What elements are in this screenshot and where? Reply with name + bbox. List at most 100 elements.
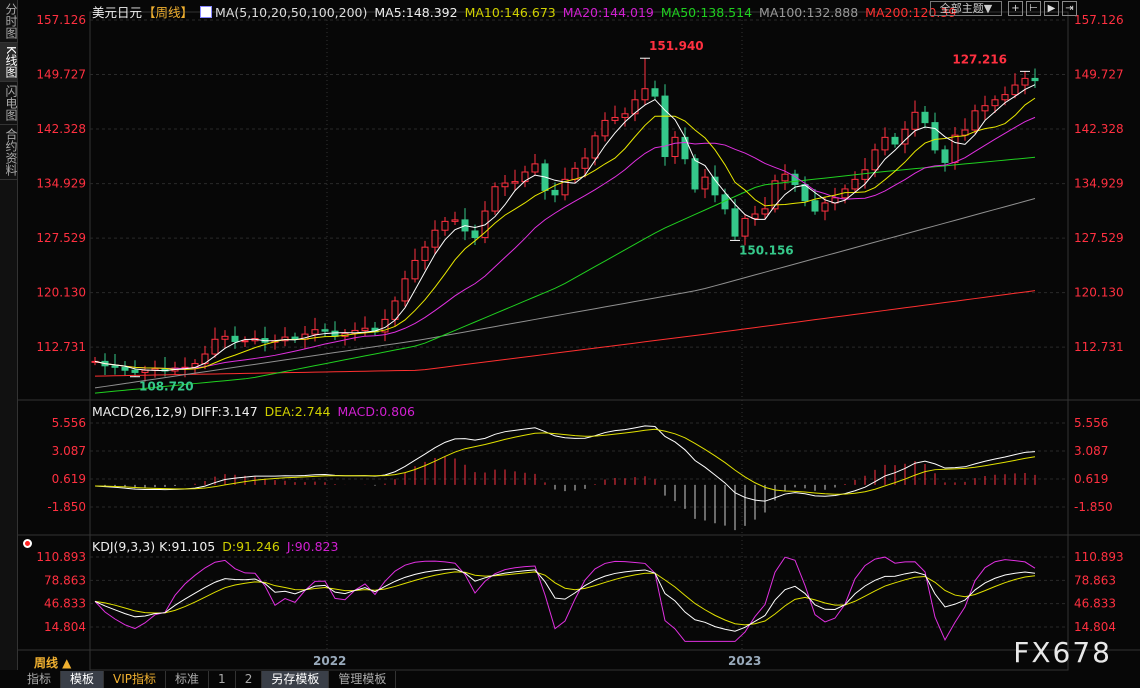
tab-template[interactable]: 模板 <box>61 671 105 688</box>
year-label: 2023 <box>728 654 762 668</box>
price-axis-tick-label: 127.529 <box>36 231 86 245</box>
ma5-line <box>94 84 1036 372</box>
price-axis-tick-label: 157.126 <box>1074 13 1124 27</box>
ma5-value: MA5:148.392 <box>374 5 458 20</box>
ma100-line <box>94 198 1036 389</box>
macd-legend: MACD(26,12,9) DIFF:3.147 DEA:2.744 MACD:0.8… <box>92 404 422 419</box>
candle-body <box>441 220 449 231</box>
chart-canvas[interactable]: 157.126 157.126 149.727 149.727 142.328 142.3… <box>0 0 1140 688</box>
candle-body <box>391 300 399 320</box>
candle-body <box>871 149 879 171</box>
candle-body <box>981 105 989 112</box>
kdj-axis-tick-label: 78.863 <box>1074 573 1116 587</box>
price-axis-tick-label: 120.130 <box>1074 286 1124 300</box>
candle-body <box>361 327 369 331</box>
macd-axis-tick-label: -1.850 <box>1074 500 1113 514</box>
candle-body <box>641 88 649 101</box>
macd-axis-tick-label: 3.087 <box>1074 444 1108 458</box>
candle-body <box>431 229 439 248</box>
candle-body <box>551 189 559 196</box>
tab-2[interactable]: 2 <box>236 671 263 688</box>
watermark: FX678 <box>1013 636 1112 669</box>
tab-vip-indicator[interactable]: VIP指标 <box>104 671 167 688</box>
kdj-k-line <box>94 568 1036 632</box>
macd-dea-line <box>94 428 1036 495</box>
ma-settings-icon[interactable] <box>200 6 213 18</box>
candle-body <box>931 122 939 151</box>
candle-body <box>891 136 899 145</box>
candle-body <box>471 230 479 239</box>
kdj-axis-tick-label: 110.893 <box>1074 550 1124 564</box>
price-axis-tick-label: 112.731 <box>36 340 86 354</box>
kdj-settings-icon[interactable] <box>23 539 32 548</box>
period-label: 【周线】 <box>143 5 194 20</box>
kdj-axis-tick-label: 46.833 <box>44 597 86 611</box>
ma10-value: MA10:146.673 <box>464 5 556 20</box>
kdj-d: D:91.246 <box>222 539 280 554</box>
macd-dea: DEA:2.744 <box>264 404 331 419</box>
ma20-line <box>94 116 1036 369</box>
zoom-range-icon[interactable]: ⊢ <box>1026 1 1041 16</box>
ma-legend: 美元日元【周线】 MA(5,10,20,50,100,200) MA5:148.39… <box>92 2 963 21</box>
candle-body <box>331 330 339 337</box>
candle-body <box>231 335 239 342</box>
candle-body <box>851 178 859 190</box>
kdj-axis-tick-label: 46.833 <box>1074 597 1116 611</box>
tab-indicator[interactable]: 指标 <box>18 671 62 688</box>
candle-body <box>691 158 699 190</box>
price-axis-tick-label: 142.328 <box>1074 122 1124 136</box>
macd-axis-tick-label: 3.087 <box>52 444 86 458</box>
macd-axis-tick-label: 0.619 <box>1074 472 1108 486</box>
kdj-j: J:90.823 <box>286 539 339 554</box>
price-axis-tick-label: 142.328 <box>36 122 86 136</box>
macd-title: MACD(26,12,9) <box>92 404 187 419</box>
price-axis-tick-label: 120.130 <box>36 286 86 300</box>
candle-body <box>411 259 419 280</box>
price-annotation: 151.940 <box>649 39 704 53</box>
macd-axis-tick-label: 5.556 <box>1074 416 1108 430</box>
candle-body <box>401 278 409 302</box>
symbol-name: 美元日元 <box>92 5 143 20</box>
ma200-line <box>94 290 1036 377</box>
candle-body <box>1001 94 1009 101</box>
macd-axis-tick-label: 0.619 <box>52 472 86 486</box>
candle-body <box>821 202 829 212</box>
theme-dropdown[interactable]: 全部主题▼ <box>930 1 1002 16</box>
kdj-title: KDJ(9,3,3) <box>92 539 156 554</box>
candle-body <box>581 157 589 169</box>
manage-template-button[interactable]: 管理模板 <box>329 671 397 688</box>
candle-body <box>971 110 979 131</box>
kdj-axis-tick-label: 110.893 <box>36 550 86 564</box>
crosshair-icon[interactable]: + <box>1008 1 1023 16</box>
candle-body <box>421 246 429 261</box>
kdj-axis-tick-label: 78.863 <box>44 573 86 587</box>
candle-body <box>861 169 869 180</box>
tab-standard[interactable]: 标准 <box>166 671 210 688</box>
candle-body <box>111 365 119 368</box>
candle-body <box>611 116 619 121</box>
save-template-button[interactable]: 另存模板 <box>262 671 330 688</box>
period-selector[interactable]: 周线 ▲ <box>34 654 71 671</box>
price-annotation: 127.216 <box>952 52 1007 66</box>
candle-body <box>681 136 689 160</box>
play-icon[interactable]: ▶ <box>1044 1 1059 16</box>
candle-body <box>911 111 919 130</box>
kdj-legend: KDJ(9,3,3) K:91.105 D:91.246 J:90.823 <box>92 539 345 554</box>
move-end-icon[interactable]: ⇥ <box>1062 1 1077 16</box>
price-axis-tick-label: 127.529 <box>1074 231 1124 245</box>
macd-axis-tick-label: -1.850 <box>47 500 86 514</box>
price-annotation: 108.720 <box>139 380 194 394</box>
price-axis-tick-label: 149.727 <box>1074 68 1124 82</box>
candle-body <box>241 340 249 343</box>
candle-body <box>671 136 679 158</box>
ma-label: MA(5,10,20,50,100,200) <box>215 5 368 20</box>
tab-1[interactable]: 1 <box>209 671 236 688</box>
candle-body <box>121 366 129 371</box>
candle-body <box>311 329 319 335</box>
candle-body <box>751 213 759 219</box>
price-axis-tick-label: 134.929 <box>1074 177 1124 191</box>
candle-body <box>501 182 509 188</box>
price-axis-tick-label: 134.929 <box>36 177 86 191</box>
price-axis-tick-label: 112.731 <box>1074 340 1124 354</box>
year-label: 2022 <box>313 654 347 668</box>
